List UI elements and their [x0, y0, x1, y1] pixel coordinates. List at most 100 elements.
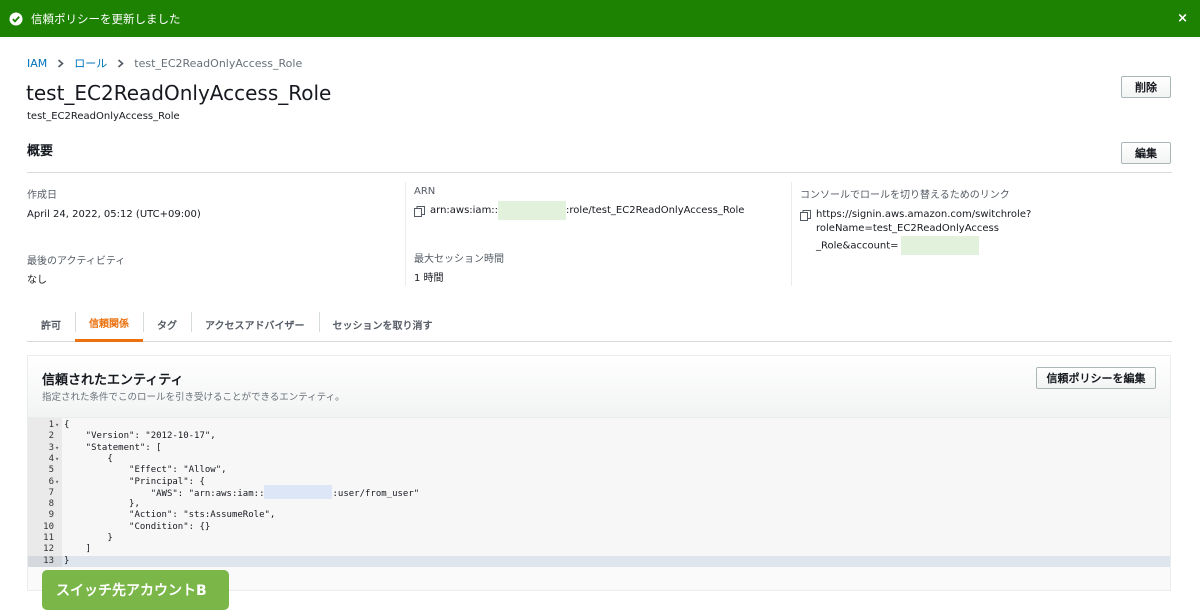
- code-line: 13}: [28, 555, 1170, 567]
- code-text-content: "Action": "sts:AssumeRole",: [64, 510, 276, 521]
- line-number: 1: [48, 420, 54, 430]
- code-text-content: ]: [64, 544, 92, 555]
- line-number: 10: [43, 521, 54, 532]
- chevron-right-icon: [58, 58, 64, 68]
- code-line: 1 ▾ {: [28, 420, 1170, 431]
- copy-icon[interactable]: [800, 210, 811, 221]
- line-number: 13: [43, 555, 54, 566]
- code-text: }: [64, 533, 113, 544]
- line-number: 8: [48, 499, 54, 510]
- trusted-entities-panel: 信頼されたエンティティ 指定された条件でこのロールを引き受けることができるエンテ…: [27, 355, 1171, 591]
- code-text-content: "Statement": [: [64, 442, 162, 453]
- breadcrumb-roles-link[interactable]: ロール: [74, 55, 107, 71]
- summary-heading: 概要: [27, 144, 54, 159]
- arn-label: ARN: [414, 186, 436, 197]
- copy-icon[interactable]: [414, 206, 425, 217]
- tab-trust-relationships[interactable]: 信頼関係: [75, 306, 143, 342]
- code-text: }: [64, 556, 69, 567]
- code-text: {: [64, 420, 69, 431]
- code-text-content: "Condition": {}: [64, 521, 211, 532]
- code-line: 4 ▾ {: [28, 454, 1170, 465]
- code-line: 6 ▾ "Principal": {: [28, 477, 1170, 488]
- code-line: 2 "Version": "2012-10-17",: [28, 431, 1170, 442]
- code-text: "Effect": "Allow",: [64, 465, 227, 476]
- breadcrumb-current: test_EC2ReadOnlyAccess_Role: [134, 56, 303, 70]
- fold-toggle-icon[interactable]: ▾: [55, 420, 59, 431]
- code-text: },: [64, 499, 140, 510]
- arn-value: arn:aws:iam:::role/test_EC2ReadOnlyAcces…: [414, 201, 790, 220]
- edit-trust-policy-button[interactable]: 信頼ポリシーを編集: [1036, 367, 1156, 389]
- panel-header: 信頼されたエンティティ 指定された条件でこのロールを引き受けることができるエンテ…: [28, 356, 1170, 418]
- code-line: 11 }: [28, 533, 1170, 544]
- arn-suffix: :role/test_EC2ReadOnlyAccess_Role: [566, 205, 745, 216]
- code-text-suffix: :user/from_user": [332, 488, 420, 499]
- created-label: 作成日: [27, 190, 57, 201]
- line-number: 7: [48, 487, 54, 498]
- last-activity-label: 最後のアクティビティ: [27, 256, 126, 267]
- line-number: 12: [43, 544, 54, 555]
- line-number: 4: [48, 453, 54, 464]
- breadcrumb: IAM ロール test_EC2ReadOnlyAccess_Role: [27, 55, 302, 71]
- code-text-content: "Version": "2012-10-17",: [64, 431, 216, 442]
- code-text-content: }: [64, 533, 113, 543]
- tab-tags[interactable]: タグ: [143, 306, 191, 342]
- last-activity-value: なし: [27, 275, 47, 286]
- code-text: "Statement": [: [64, 443, 162, 454]
- redacted-account-id: [900, 236, 979, 255]
- code-text-content: "Principal": {: [64, 476, 205, 487]
- switch-link-value[interactable]: https://signin.aws.amazon.com/switchrole…: [800, 208, 1181, 255]
- redacted-account-id: [264, 484, 333, 499]
- close-icon[interactable]: ×: [1177, 11, 1188, 26]
- tab-permissions[interactable]: 許可: [27, 306, 75, 342]
- code-text-content: "AWS": "arn:aws:iam::: [64, 488, 265, 499]
- code-line: 5 "Effect": "Allow",: [28, 465, 1170, 476]
- line-number: 11: [43, 533, 54, 543]
- created-value: April 24, 2022, 05:12 (UTC+09:00): [27, 209, 201, 220]
- code-text-content: }: [64, 555, 70, 566]
- max-session-value: 1 時間: [414, 273, 444, 284]
- tab-revoke-sessions[interactable]: セッションを取り消す: [318, 306, 447, 342]
- code-text-content: {: [64, 453, 113, 464]
- code-text: ]: [64, 544, 91, 555]
- summary-column-dates: 作成日 April 24, 2022, 05:12 (UTC+09:00) 最後…: [27, 182, 402, 286]
- flash-message: 信頼ポリシーを更新しました: [31, 11, 181, 26]
- role-tabs: 許可 信頼関係 タグ アクセスアドバイザー セッションを取り消す: [27, 306, 1172, 342]
- line-number: 2: [48, 431, 54, 442]
- code-text: "Condition": {}: [64, 522, 210, 533]
- code-text: {: [64, 453, 113, 465]
- policy-code-editor[interactable]: 1 ▾{2 "Version": "2012-10-17", 3 ▾ "Stateme…: [28, 418, 1170, 567]
- code-line: 7 "AWS": "arn:aws:iam:::user/from_user": [28, 484, 1170, 499]
- fold-toggle-icon[interactable]: ▾: [55, 454, 59, 465]
- line-number: 9: [48, 510, 54, 521]
- fold-toggle-icon[interactable]: ▾: [55, 477, 59, 488]
- edit-button[interactable]: 編集: [1121, 142, 1171, 164]
- switch-link-label: コンソールでロールを切り替えるためのリンク: [800, 190, 1010, 201]
- line-number: 6: [48, 476, 54, 487]
- redacted-account-id: [498, 201, 567, 220]
- code-text: "Version": "2012-10-17",: [64, 431, 216, 442]
- check-circle-icon: [9, 12, 23, 25]
- breadcrumb-iam-link[interactable]: IAM: [27, 57, 47, 70]
- switch-link-line2: _Role&account=: [816, 240, 899, 252]
- arn-prefix: arn:aws:iam::: [430, 205, 499, 216]
- summary-column-switch-link: コンソールでロールを切り替えるためのリンク https://signin.aws…: [791, 182, 1181, 286]
- max-session-label: 最大セッション時間: [414, 254, 504, 265]
- panel-description: 指定された条件でこのロールを引き受けることができるエンティティ。: [42, 392, 345, 403]
- code-text-content: },: [64, 499, 140, 510]
- switch-link-line1: https://signin.aws.amazon.com/switchrole…: [816, 209, 1032, 234]
- code-text-content: "Effect": "Allow",: [64, 465, 227, 476]
- switch-target-account-badge: スイッチ先アカウントB: [42, 570, 229, 610]
- summary-column-arn: ARN arn:aws:iam:::role/test_EC2ReadOnlyA…: [405, 182, 790, 286]
- code-text-content: {: [64, 420, 70, 430]
- code-text: "Action": "sts:AssumeRole",: [64, 510, 275, 521]
- code-line: 9 "Action": "sts:AssumeRole",: [28, 510, 1170, 521]
- line-number: 3: [48, 442, 54, 453]
- tab-access-advisor[interactable]: アクセスアドバイザー: [191, 306, 319, 342]
- panel-title: 信頼されたエンティティ: [42, 373, 184, 388]
- switch-link-text[interactable]: https://signin.aws.amazon.com/switchrole…: [816, 208, 1181, 255]
- summary-divider: [27, 172, 1172, 173]
- delete-button[interactable]: 削除: [1121, 76, 1171, 98]
- fold-toggle-icon[interactable]: ▾: [55, 443, 59, 454]
- line-number: 5: [48, 465, 54, 476]
- page-title: test_EC2ReadOnlyAccess_Role: [26, 81, 332, 105]
